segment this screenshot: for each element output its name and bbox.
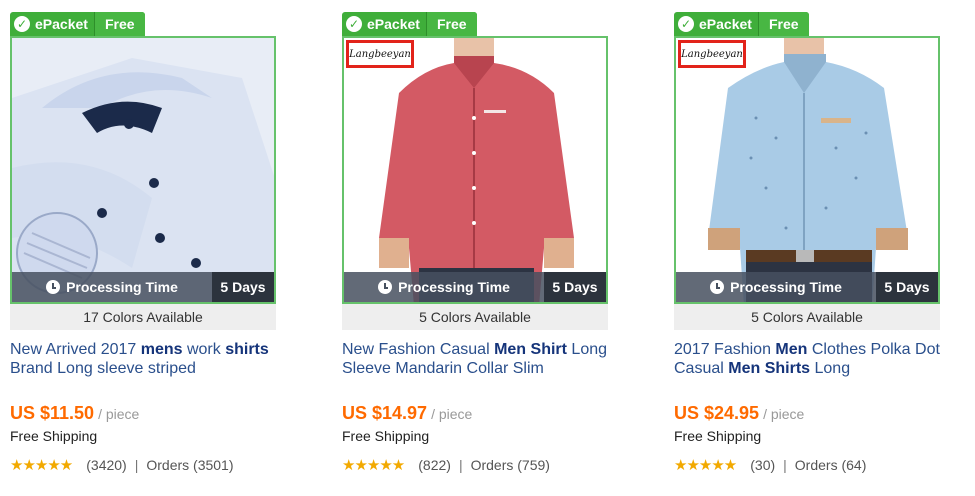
clock-icon bbox=[710, 280, 725, 294]
processing-time-bar: Processing Time 5 Days bbox=[676, 272, 938, 302]
product-image[interactable]: Langbeeyan Processing Time 5 Days bbox=[342, 36, 608, 304]
shirt-photo bbox=[12, 38, 274, 302]
star-rating-icon: ★★★★★ bbox=[342, 457, 405, 474]
shipping-info: Free Shipping bbox=[342, 428, 430, 444]
price: US $11.50/ piece bbox=[10, 403, 140, 423]
processing-time-bar: Processing Time 5 Days bbox=[344, 272, 606, 302]
star-rating-icon: ★★★★★ bbox=[674, 457, 737, 474]
product-card[interactable]: ✓ ePacket Free Langbeeyan Processing Time… bbox=[342, 0, 642, 496]
product-card[interactable]: ✓ ePacket Free Processing Time 5 Days 17 … bbox=[10, 0, 310, 496]
clock-icon bbox=[378, 280, 393, 294]
brand-logo: Langbeeyan bbox=[678, 40, 746, 68]
product-title-link[interactable]: 2017 Fashion Men Clothes Polka Dot Casua… bbox=[674, 340, 944, 378]
star-rating-icon: ★★★★★ bbox=[10, 457, 73, 474]
shipping-info: Free Shipping bbox=[674, 428, 762, 444]
orders-count: Orders (3501) bbox=[146, 457, 234, 473]
check-icon: ✓ bbox=[346, 16, 362, 32]
free-label: Free bbox=[425, 12, 477, 36]
processing-label: Processing Time bbox=[398, 279, 510, 295]
product-title-link[interactable]: New Arrived 2017 mens work shirts Brand … bbox=[10, 340, 280, 378]
colors-available[interactable]: 5 Colors Available bbox=[674, 304, 940, 330]
review-count-link[interactable]: (3420) bbox=[86, 457, 126, 473]
processing-label: Processing Time bbox=[730, 279, 842, 295]
processing-time-bar: Processing Time 5 Days bbox=[12, 272, 274, 302]
epacket-label: ePacket bbox=[35, 16, 88, 32]
product-image[interactable]: Langbeeyan Processing Time 5 Days bbox=[674, 36, 940, 304]
rating-row: ★★★★★ (3420) | Orders (3501) bbox=[10, 457, 234, 474]
epacket-label: ePacket bbox=[367, 16, 420, 32]
free-label: Free bbox=[93, 12, 145, 36]
colors-available[interactable]: 5 Colors Available bbox=[342, 304, 608, 330]
epacket-badge: ✓ ePacket Free bbox=[674, 12, 809, 36]
orders-count: Orders (64) bbox=[794, 457, 867, 473]
rating-row: ★★★★★ (30) | Orders (64) bbox=[674, 457, 867, 474]
shirt-photo bbox=[344, 38, 606, 302]
brand-logo: Langbeeyan bbox=[346, 40, 414, 68]
processing-days: 5 Days bbox=[876, 272, 938, 302]
epacket-badge: ✓ ePacket Free bbox=[342, 12, 477, 36]
product-card[interactable]: ✓ ePacket Free Langbeeyan Processing Time bbox=[674, 0, 974, 496]
price: US $14.97/ piece bbox=[342, 403, 473, 423]
processing-days: 5 Days bbox=[212, 272, 274, 302]
shipping-info: Free Shipping bbox=[10, 428, 98, 444]
product-title-link[interactable]: New Fashion Casual Men Shirt Long Sleeve… bbox=[342, 340, 612, 378]
check-icon: ✓ bbox=[14, 16, 30, 32]
processing-label: Processing Time bbox=[66, 279, 178, 295]
shirt-photo bbox=[676, 38, 938, 302]
epacket-label: ePacket bbox=[699, 16, 752, 32]
product-image[interactable]: Processing Time 5 Days bbox=[10, 36, 276, 304]
rating-row: ★★★★★ (822) | Orders (759) bbox=[342, 457, 550, 474]
processing-days: 5 Days bbox=[544, 272, 606, 302]
colors-available[interactable]: 17 Colors Available bbox=[10, 304, 276, 330]
review-count-link[interactable]: (822) bbox=[418, 457, 451, 473]
free-label: Free bbox=[757, 12, 809, 36]
clock-icon bbox=[46, 280, 61, 294]
review-count-link[interactable]: (30) bbox=[750, 457, 775, 473]
check-icon: ✓ bbox=[678, 16, 694, 32]
orders-count: Orders (759) bbox=[470, 457, 550, 473]
price: US $24.95/ piece bbox=[674, 403, 805, 423]
epacket-badge: ✓ ePacket Free bbox=[10, 12, 145, 36]
